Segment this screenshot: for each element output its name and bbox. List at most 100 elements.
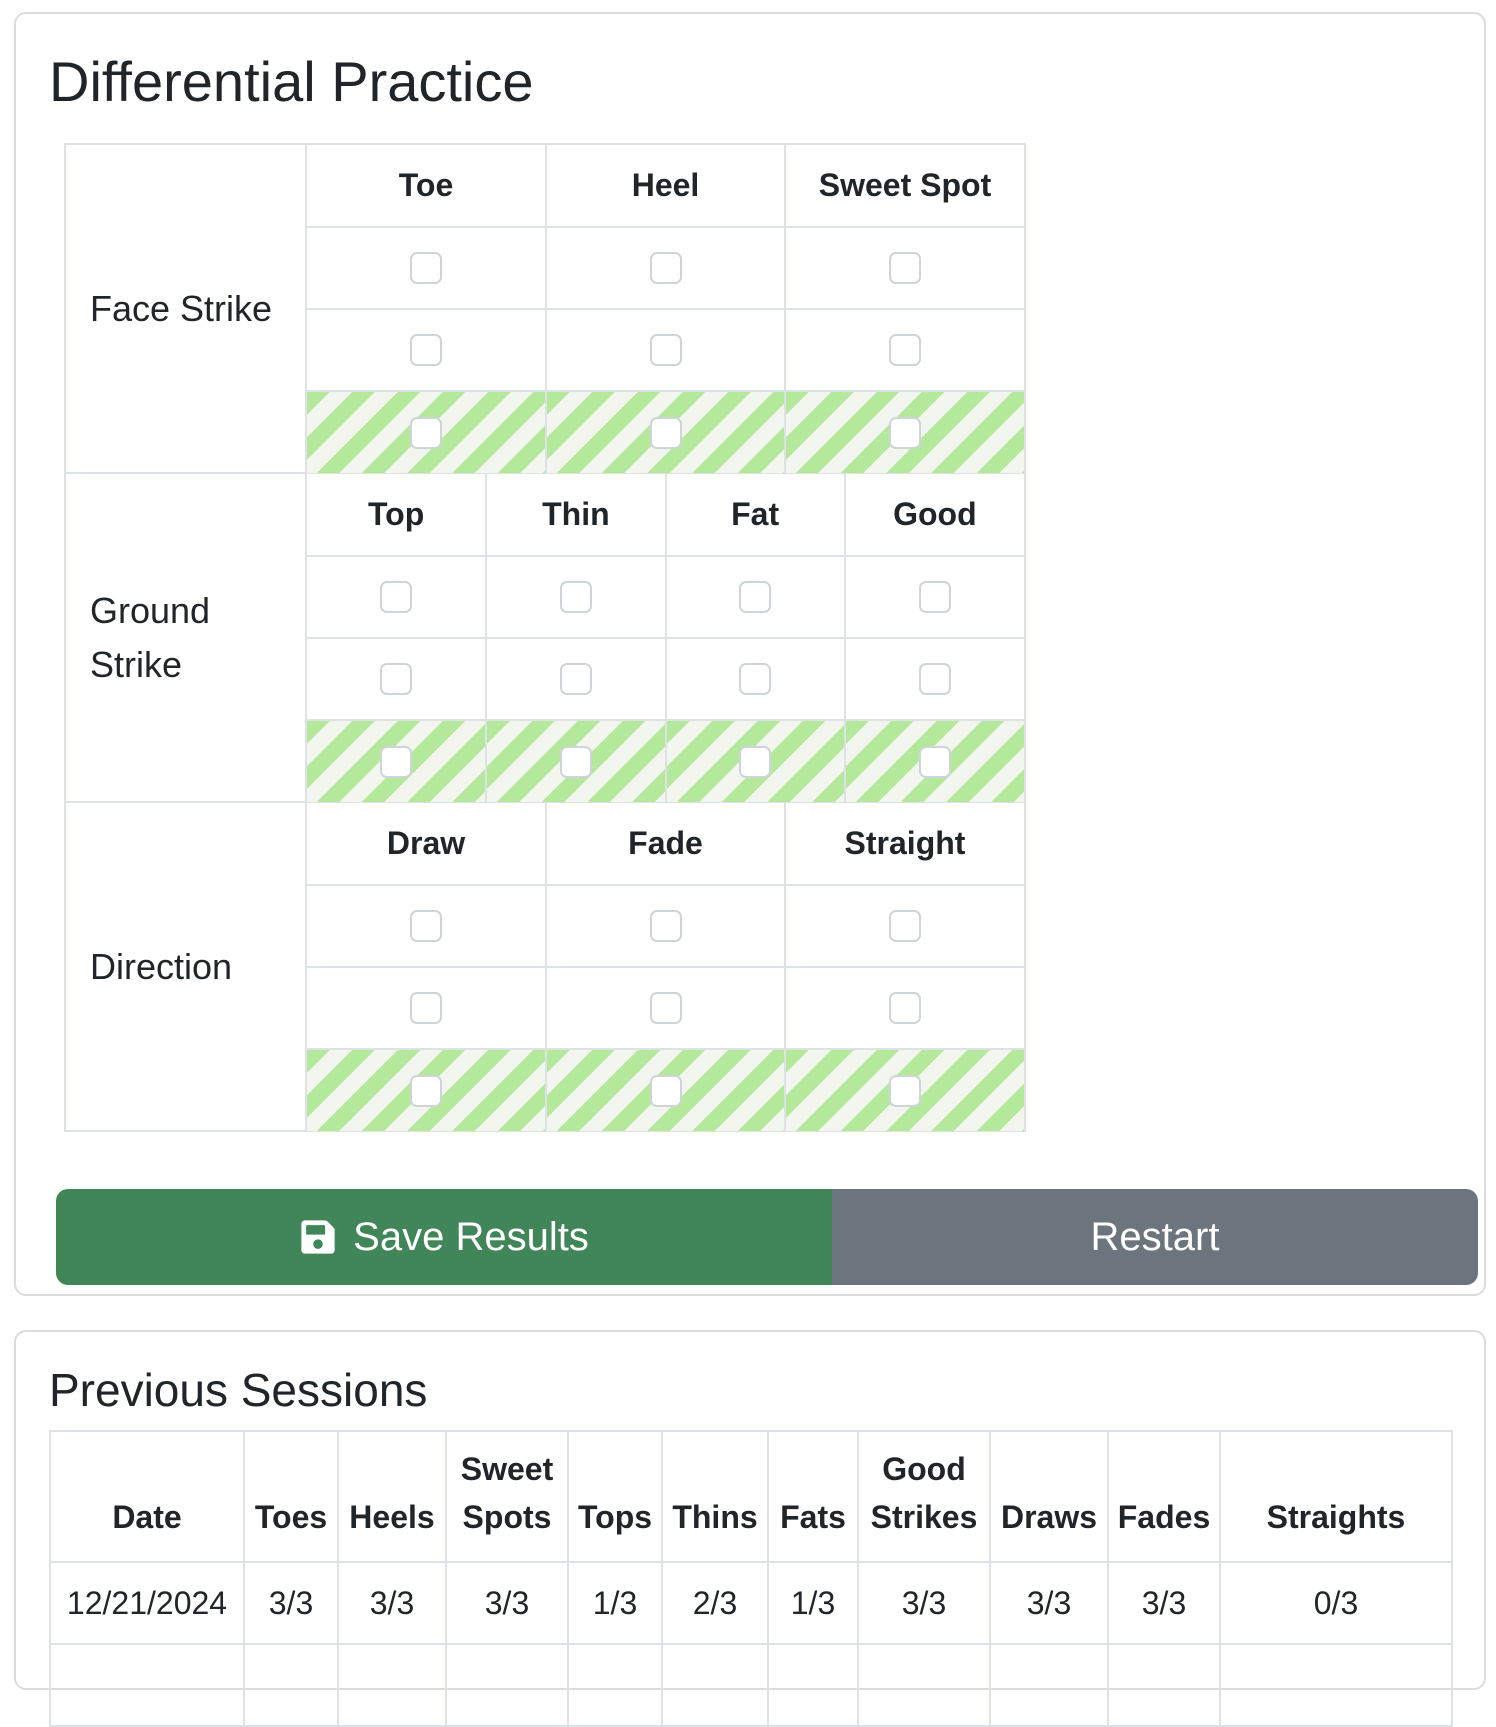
direction-table: Draw Fade Straight: [307, 803, 1024, 1131]
column-header: Good: [843, 474, 1024, 557]
striped-cell: [784, 390, 1024, 473]
section-label: Direction: [66, 803, 307, 1130]
column-header-row: Top Thin Fat Good: [307, 474, 1024, 557]
sweet-spot-checkbox[interactable]: [889, 252, 921, 284]
thin-checkbox[interactable]: [559, 745, 592, 778]
attempt-cell: [784, 884, 1024, 968]
table-row: 12/21/2024 3/3 3/3 3/3 1/3 2/3 1/3 3/3 3/3 3/3 0/3: [49, 1561, 1453, 1645]
draw-checkbox[interactable]: [410, 1074, 442, 1107]
top-checkbox[interactable]: [380, 581, 413, 613]
attempt-cell: [307, 966, 547, 1050]
thin-checkbox[interactable]: [559, 663, 592, 695]
striped-cell: [485, 719, 667, 802]
table-cell: [567, 1643, 663, 1727]
restart-label: Restart: [1090, 1214, 1220, 1259]
draw-checkbox[interactable]: [410, 910, 442, 942]
column-header: Draws: [989, 1430, 1109, 1563]
good-checkbox[interactable]: [918, 581, 951, 613]
heel-checkbox[interactable]: [649, 252, 682, 284]
floppy-disk-icon: [301, 1220, 335, 1254]
column-header: Top: [307, 474, 488, 557]
attempt-cell: [485, 555, 667, 639]
straight-checkbox[interactable]: [889, 910, 921, 942]
top-checkbox[interactable]: [380, 745, 413, 778]
section-label: Face Strike: [66, 145, 307, 472]
column-header: Draw: [307, 803, 547, 886]
attempt-cell: [784, 308, 1024, 392]
sessions-title: Previous Sessions: [49, 1364, 428, 1416]
toe-checkbox[interactable]: [410, 252, 442, 284]
draw-checkbox[interactable]: [410, 992, 442, 1024]
attempt-row: [307, 308, 1024, 392]
heel-checkbox[interactable]: [649, 416, 682, 449]
sweet-spot-checkbox[interactable]: [889, 416, 921, 449]
attempt-row: [307, 719, 1024, 802]
table-cell: [337, 1643, 447, 1727]
striped-cell: [307, 1048, 547, 1131]
attempt-row: [307, 637, 1024, 721]
good-checkbox[interactable]: [918, 745, 951, 778]
column-header: Fats: [767, 1430, 859, 1563]
attempt-cell: [843, 637, 1024, 721]
fade-checkbox[interactable]: [649, 1074, 682, 1107]
save-results-button[interactable]: Save Results: [56, 1189, 832, 1285]
column-header-row: Draw Fade Straight: [307, 803, 1024, 886]
column-header: Fades: [1107, 1430, 1221, 1563]
toe-checkbox[interactable]: [410, 334, 442, 366]
attempt-cell: [784, 966, 1024, 1050]
column-header: Sweet Spots: [445, 1430, 569, 1563]
fade-checkbox[interactable]: [649, 910, 682, 942]
practice-card: Differential Practice Face Strike Toe Heel…: [14, 12, 1486, 1296]
attempt-cell: [307, 226, 547, 310]
top-checkbox[interactable]: [380, 663, 413, 695]
column-header: Straights: [1219, 1430, 1453, 1563]
table-row: [49, 1643, 1453, 1727]
table-cell: 3/3: [1107, 1561, 1221, 1645]
attempt-row: [307, 555, 1024, 639]
good-checkbox[interactable]: [918, 663, 951, 695]
column-header: Toe: [307, 145, 547, 228]
attempt-cell: [545, 884, 786, 968]
table-cell: 12/21/2024: [49, 1561, 245, 1645]
striped-cell: [545, 390, 786, 473]
column-header: Good Strikes: [857, 1430, 991, 1563]
fade-checkbox[interactable]: [649, 992, 682, 1024]
table-cell: [1219, 1643, 1453, 1727]
table-cell: 1/3: [567, 1561, 663, 1645]
heel-checkbox[interactable]: [649, 334, 682, 366]
fat-checkbox[interactable]: [739, 663, 772, 695]
sweet-spot-checkbox[interactable]: [889, 334, 921, 366]
attempt-row: [307, 226, 1024, 310]
thin-checkbox[interactable]: [559, 581, 592, 613]
column-header: Heel: [545, 145, 786, 228]
fat-checkbox[interactable]: [739, 745, 772, 778]
table-cell: [857, 1643, 991, 1727]
straight-checkbox[interactable]: [889, 992, 921, 1024]
fat-checkbox[interactable]: [739, 581, 772, 613]
table-cell: 3/3: [445, 1561, 569, 1645]
attempt-cell: [545, 226, 786, 310]
table-cell: 3/3: [243, 1561, 339, 1645]
column-header: Thin: [485, 474, 667, 557]
attempt-cell: [307, 308, 547, 392]
column-header: Tops: [567, 1430, 663, 1563]
attempt-cell: [664, 555, 846, 639]
practice-grid: Face Strike Toe Heel Sweet Spot Ground Strik…: [64, 143, 1026, 1132]
table-cell: 0/3: [1219, 1561, 1453, 1645]
striped-cell: [784, 1048, 1024, 1131]
table-cell: [49, 1643, 245, 1727]
attempt-cell: [843, 555, 1024, 639]
column-header: Thins: [661, 1430, 769, 1563]
toe-checkbox[interactable]: [410, 416, 442, 449]
table-cell: [243, 1643, 339, 1727]
column-header: Date: [49, 1430, 245, 1563]
table-cell: 3/3: [857, 1561, 991, 1645]
practice-title: Differential Practice: [49, 50, 534, 113]
table-cell: [445, 1643, 569, 1727]
table-cell: 3/3: [337, 1561, 447, 1645]
table-cell: 1/3: [767, 1561, 859, 1645]
table-cell: [1107, 1643, 1221, 1727]
restart-button[interactable]: Restart: [832, 1189, 1478, 1285]
striped-cell: [307, 719, 488, 802]
straight-checkbox[interactable]: [889, 1074, 921, 1107]
